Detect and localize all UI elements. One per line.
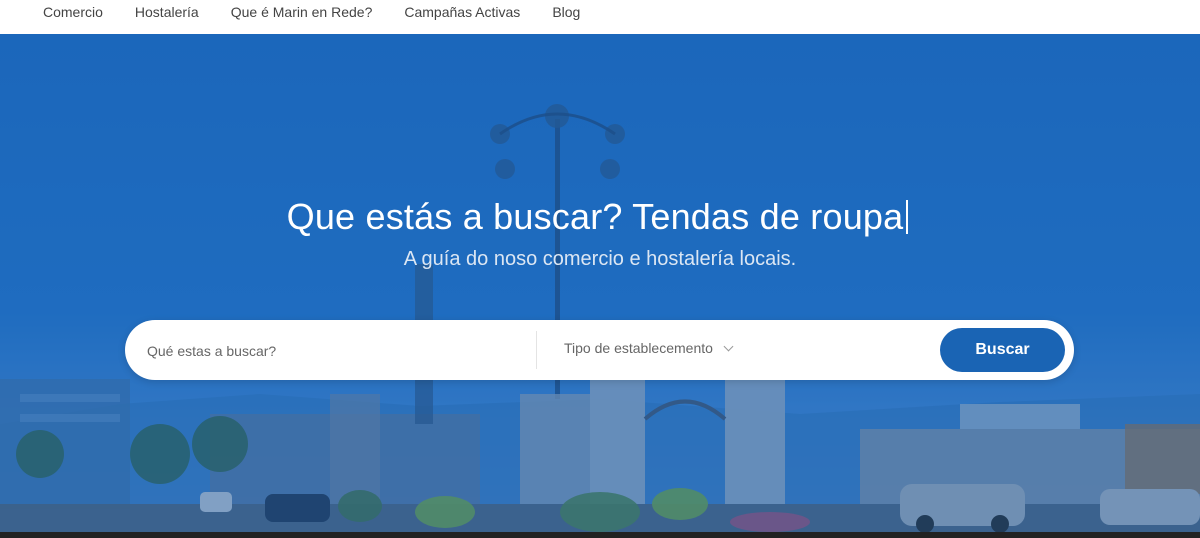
establishment-type-label: Tipo de establecemento: [564, 340, 713, 356]
hero-headline: Que estás a buscar? Tendas de roupa: [0, 196, 1195, 238]
hero-background-photo: [0, 34, 1200, 538]
nav-item-blog[interactable]: Blog: [552, 4, 580, 20]
typing-caret: [906, 200, 909, 234]
nav-item-campanas-activas[interactable]: Campañas Activas: [404, 4, 520, 20]
bottom-edge-strip: [0, 532, 1200, 538]
establishment-type-select[interactable]: Tipo de establecemento: [564, 340, 734, 356]
nav-item-comercio[interactable]: Comercio: [43, 4, 103, 20]
hero-section: Que estás a buscar? Tendas de roupa A gu…: [0, 34, 1200, 538]
search-input[interactable]: [145, 330, 539, 372]
nav-item-hostaleria[interactable]: Hostalería: [135, 4, 199, 20]
search-bar: Tipo de establecemento Buscar: [125, 320, 1074, 380]
top-navigation: Comercio Hostalería Que é Marin en Rede?…: [0, 0, 1200, 34]
search-divider: [536, 331, 537, 369]
search-button[interactable]: Buscar: [940, 328, 1065, 372]
hero-headline-text: Que estás a buscar? Tendas de roupa: [286, 196, 904, 237]
nav-item-que-e-marin-en-rede[interactable]: Que é Marin en Rede?: [231, 4, 373, 20]
hero-subline: A guía do noso comercio e hostalería loc…: [403, 248, 797, 270]
chevron-down-icon: [723, 341, 734, 352]
